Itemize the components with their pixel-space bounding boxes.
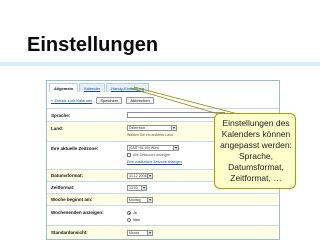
timezone-label: Ihre aktuelle Zeitzone: (51, 146, 99, 151)
tab-allgemein[interactable]: Allgemein (49, 83, 79, 92)
all-timezones-checkbox[interactable] (127, 153, 131, 157)
callout-text: Einstellungen des Kalenders können angep… (220, 118, 292, 183)
chevron-down-icon (147, 174, 152, 178)
all-timezones-label: Alle Zeitzonen anzeigen (133, 153, 171, 157)
default-view-value: Monat (129, 231, 139, 235)
default-view-select[interactable]: Monat (127, 230, 153, 236)
callout-box: Einstellungen des Kalenders können angep… (214, 113, 296, 189)
timezone-value: (GMT+01:00) Wien (129, 146, 159, 150)
time-format-value: 13:00 (129, 186, 138, 190)
chevron-down-icon (173, 146, 178, 150)
country-label: Land: (51, 126, 64, 131)
week-start-value: Montag (129, 198, 141, 202)
chevron-down-icon (147, 231, 152, 235)
action-bar: « Zurück zum Kalender Speichern Abbreche… (51, 96, 154, 104)
save-button[interactable]: Speichern (96, 96, 123, 104)
weekends-label: Wochenenden anzeigen: (51, 210, 104, 215)
extra-timezone-link[interactable]: Eine zusätzliche Zeitzone anzeigen (127, 160, 182, 164)
country-select[interactable]: Österreich (127, 125, 177, 131)
date-format-label: Datumsformat: (51, 173, 84, 178)
language-select[interactable] (127, 112, 225, 118)
country-hint: Wählen Sie ein anderes Land (127, 133, 173, 137)
chevron-down-icon (147, 198, 152, 202)
weekends-yes-label: Ja (133, 211, 137, 215)
chevron-down-icon (171, 126, 176, 130)
weekends-no-label: Nein (133, 218, 141, 222)
chevron-down-icon (141, 186, 146, 190)
week-start-select[interactable]: Montag (127, 197, 153, 203)
date-format-value: 31.12.2008 (129, 174, 147, 178)
tab-handy-einrichtung[interactable]: Handy-Einrichtung (106, 83, 150, 92)
weekends-row: Wochenenden anzeigen: Ja Nein (47, 205, 279, 225)
weekends-no-radio[interactable] (127, 218, 131, 222)
slide-title: Einstellungen (27, 34, 159, 56)
time-format-select[interactable]: 13:00 (127, 185, 147, 191)
time-format-label: Zeitformat: (51, 185, 75, 190)
timezone-select[interactable]: (GMT+01:00) Wien (127, 145, 179, 151)
language-label: Sprache: (51, 113, 71, 118)
country-value: Österreich (129, 126, 146, 130)
date-format-select[interactable]: 31.12.2008 (127, 173, 153, 179)
default-view-label: Standardansicht: (51, 230, 88, 235)
tab-kalender[interactable]: Kalender (79, 83, 106, 92)
cancel-button[interactable]: Abbrechen (126, 96, 154, 104)
default-view-row: Standardansicht: Monat (47, 225, 279, 239)
weekends-yes-radio[interactable] (127, 211, 131, 215)
back-to-calendar-link[interactable]: « Zurück zum Kalender (51, 98, 92, 103)
title-underline (0, 62, 320, 66)
week-start-label: Woche beginnt am: (51, 197, 93, 202)
settings-tabs: Allgemein Kalender Handy-Einrichtung (49, 83, 150, 92)
week-start-row: Woche beginnt am: Montag (47, 193, 279, 205)
